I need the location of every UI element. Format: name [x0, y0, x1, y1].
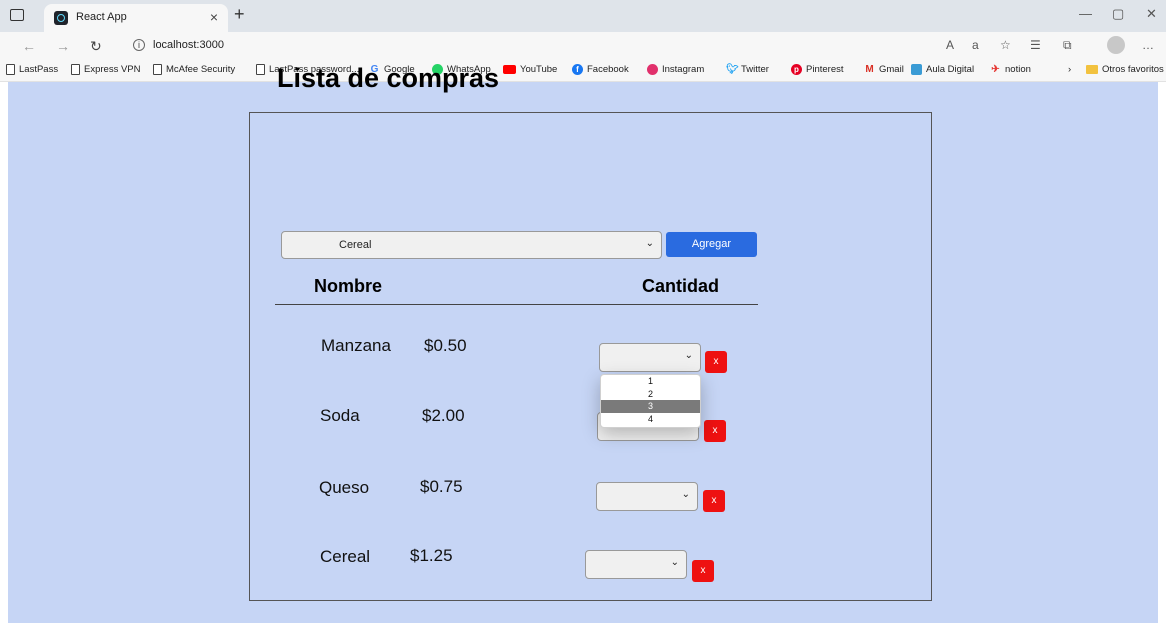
browser-tab[interactable]: React App ×	[44, 4, 228, 32]
quantity-option[interactable]: 2	[601, 388, 700, 401]
url-field[interactable]: localhost:3000	[153, 39, 224, 51]
tab-title: React App	[76, 11, 127, 23]
translate-icon[interactable]: a	[972, 38, 979, 52]
folder-icon	[1086, 65, 1098, 74]
minimize-button[interactable]: —	[1079, 6, 1092, 21]
refresh-icon[interactable]: ↻	[90, 38, 102, 55]
twitter-icon: 🐦︎	[726, 64, 739, 75]
bookmark-lastpass[interactable]: LastPass	[6, 64, 58, 75]
bookmark-youtube[interactable]: YouTube	[503, 64, 557, 75]
page-viewport	[0, 82, 1166, 623]
quantity-select[interactable]: ⌄	[596, 482, 698, 511]
new-tab-button[interactable]: +	[234, 4, 245, 25]
collections-icon[interactable]: ⧉	[1063, 38, 1072, 53]
read-aloud-icon[interactable]: A	[946, 38, 954, 52]
page-icon	[256, 64, 265, 75]
browser-titlebar: React App × + — ▢ ✕	[0, 0, 1166, 32]
facebook-icon: f	[572, 64, 583, 75]
chevron-down-icon: ⌄	[681, 489, 690, 500]
chevron-down-icon: ⌄	[670, 557, 679, 568]
delete-item-button[interactable]: x	[703, 490, 725, 512]
react-favicon-icon	[54, 11, 68, 25]
bookmark-express-vpn[interactable]: Express VPN	[71, 64, 141, 75]
more-bookmarks-chevron-icon[interactable]: ›	[1068, 64, 1071, 75]
site-info-icon[interactable]: i	[133, 39, 145, 51]
other-favorites-folder[interactable]: Otros favoritos	[1086, 64, 1164, 75]
profile-avatar[interactable]	[1107, 36, 1125, 54]
tab-actions-icon[interactable]	[10, 9, 24, 21]
instagram-icon	[647, 64, 658, 75]
page-title: Lista de compras	[277, 63, 500, 93]
page-icon	[6, 64, 15, 75]
quantity-select[interactable]: ⌄	[599, 343, 701, 372]
item-name: Soda	[320, 406, 360, 425]
shopping-list-card	[249, 112, 932, 601]
bookmark-instagram[interactable]: Instagram	[647, 64, 704, 75]
pin-icon: ✈︎	[991, 64, 1000, 75]
product-select[interactable]: Cereal ⌄	[281, 231, 662, 259]
gmail-icon: M	[865, 64, 874, 75]
page-icon	[71, 64, 80, 75]
item-price: $1.25	[410, 546, 453, 565]
header-divider	[275, 304, 758, 305]
bookmarks-bar: LastPass Express VPN McAfee Security Las…	[0, 60, 1166, 82]
more-menu-icon[interactable]: …	[1142, 38, 1154, 52]
item-name: Queso	[319, 478, 370, 497]
bookmark-aula-digital[interactable]: Aula Digital	[911, 64, 974, 75]
column-header-quantity: Cantidad	[642, 276, 720, 296]
restore-button[interactable]: ▢	[1112, 6, 1124, 22]
quantity-option[interactable]: 1	[601, 375, 700, 388]
chevron-down-icon: ⌄	[684, 350, 693, 361]
back-icon[interactable]: ←	[22, 38, 36, 54]
bookmark-mcafee[interactable]: McAfee Security	[153, 64, 235, 75]
add-button[interactable]: Agregar	[666, 232, 757, 257]
item-price: $0.75	[420, 477, 463, 496]
item-name: Cereal	[320, 547, 371, 566]
pinterest-icon: p	[791, 64, 802, 75]
quantity-option[interactable]: 4	[601, 413, 700, 426]
page-icon	[153, 64, 162, 75]
bookmark-notion[interactable]: ✈︎ notion	[990, 64, 1031, 75]
bookmark-pinterest[interactable]: p Pinterest	[791, 64, 844, 75]
quantity-select[interactable]: ⌄	[585, 550, 687, 579]
quantity-dropdown-list: 1 2 3 4	[600, 374, 701, 428]
bookmark-twitter[interactable]: 🐦︎ Twitter	[726, 64, 769, 75]
forward-icon[interactable]: →	[56, 38, 70, 54]
favorite-star-icon[interactable]: ☆	[1000, 38, 1011, 52]
item-price: $0.50	[424, 336, 467, 355]
bookmark-gmail[interactable]: M Gmail	[864, 64, 903, 75]
youtube-icon	[503, 65, 516, 74]
delete-item-button[interactable]: x	[704, 420, 726, 442]
delete-item-button[interactable]: x	[705, 351, 727, 373]
tab-close-icon[interactable]: ×	[210, 9, 218, 25]
item-price: $2.00	[422, 406, 465, 425]
quantity-option-highlighted[interactable]: 3	[601, 400, 700, 413]
aula-digital-icon	[911, 64, 922, 75]
delete-item-button[interactable]: x	[692, 560, 714, 582]
product-select-value: Cereal	[339, 239, 372, 251]
address-bar: ← → ↻ i localhost:3000 A a ☆ ☰ ⧉ …	[0, 32, 1166, 60]
favorites-icon[interactable]: ☰	[1030, 38, 1041, 52]
column-header-name: Nombre	[314, 276, 383, 296]
bookmark-facebook[interactable]: f Facebook	[572, 64, 629, 75]
close-window-button[interactable]: ✕	[1146, 6, 1157, 22]
item-name: Manzana	[321, 336, 391, 355]
chevron-down-icon: ⌄	[645, 238, 654, 249]
